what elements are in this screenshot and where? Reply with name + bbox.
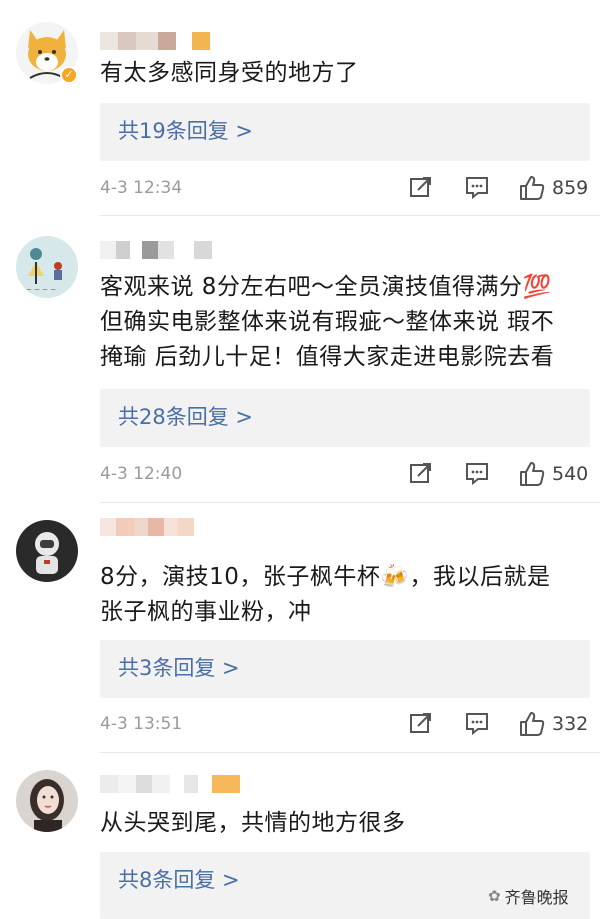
username-blurred[interactable] bbox=[100, 518, 194, 538]
like-count: 332 bbox=[552, 713, 589, 735]
comment-text: 从头哭到尾，共情的地方很多 bbox=[100, 810, 406, 836]
reply-box[interactable]: 共28条回复 > bbox=[100, 389, 590, 447]
username-blurred[interactable] bbox=[100, 241, 212, 261]
avatar[interactable]: ~ ~ ~ ~ bbox=[16, 236, 78, 298]
username-blurred[interactable] bbox=[100, 32, 210, 52]
comment-button[interactable] bbox=[464, 174, 490, 200]
comment-text-line: 客观来说 8分左右吧～全员演技值得满分💯 bbox=[100, 274, 552, 300]
share-icon bbox=[410, 177, 431, 197]
like-button[interactable] bbox=[518, 460, 546, 488]
divider bbox=[100, 215, 600, 216]
comment-date: 4-3 13:51 bbox=[100, 714, 183, 734]
astronaut-avatar-icon bbox=[16, 520, 78, 582]
comment-text-line: 但确实电影整体来说有瑕疵～整体来说 瑕不 bbox=[100, 309, 555, 335]
comment-date: 4-3 12:40 bbox=[100, 464, 183, 484]
comment-icon bbox=[466, 463, 488, 486]
like-count: 540 bbox=[552, 463, 589, 485]
comment-text: 8分，演技10，张子枫牛杯🍻，我以后就是 张子枫的事业粉，冲 bbox=[100, 560, 595, 630]
comment-button[interactable] bbox=[464, 460, 490, 486]
thumbs-up-icon bbox=[520, 176, 545, 200]
share-button[interactable] bbox=[408, 174, 434, 200]
view-replies-link[interactable]: 共19条回复 > bbox=[118, 115, 253, 147]
share-button[interactable] bbox=[408, 710, 434, 736]
comment-button[interactable] bbox=[464, 710, 490, 736]
comment-icon bbox=[466, 177, 488, 200]
like-button[interactable] bbox=[518, 710, 546, 738]
divider bbox=[100, 502, 600, 503]
comment-meta: 4-3 12:34 859 bbox=[100, 174, 590, 204]
comment-date: 4-3 12:34 bbox=[100, 178, 183, 198]
thumbs-up-icon bbox=[520, 712, 545, 736]
comment-icon bbox=[466, 713, 488, 736]
woman-portrait-avatar-icon bbox=[16, 770, 78, 832]
reply-box[interactable]: 共3条回复 > bbox=[100, 640, 590, 698]
comment-text-line: 8分，演技10，张子枫牛杯🍻，我以后就是 bbox=[100, 564, 551, 590]
wechat-icon: ✿ bbox=[488, 887, 501, 905]
like-count: 859 bbox=[552, 177, 589, 199]
avatar[interactable] bbox=[16, 770, 78, 832]
like-button[interactable] bbox=[518, 174, 546, 202]
thumbs-up-icon bbox=[520, 462, 545, 486]
comment-meta: 4-3 13:51 332 bbox=[100, 710, 590, 740]
view-replies-link[interactable]: 共8条回复 > bbox=[118, 864, 240, 896]
comment-meta: 4-3 12:40 540 bbox=[100, 460, 590, 490]
reply-box[interactable]: 共19条回复 > bbox=[100, 103, 590, 161]
comment-text-line: 掩瑜 后劲儿十足！值得大家走进电影院去看 bbox=[100, 344, 555, 370]
share-icon bbox=[410, 463, 431, 483]
divider bbox=[100, 752, 600, 753]
share-icon bbox=[410, 713, 431, 733]
view-replies-link[interactable]: 共3条回复 > bbox=[118, 652, 240, 684]
watermark-text: 齐鲁晚报 bbox=[504, 888, 569, 907]
share-button[interactable] bbox=[408, 460, 434, 486]
comment-text: 有太多感同身受的地方了 bbox=[100, 60, 359, 86]
svg-text:~ ~ ~ ~: ~ ~ ~ ~ bbox=[26, 286, 56, 294]
comment-text-line: 张子枫的事业粉，冲 bbox=[100, 599, 312, 625]
comment-text: 客观来说 8分左右吧～全员演技值得满分💯 但确实电影整体来说有瑕疵～整体来说 瑕… bbox=[100, 270, 595, 375]
drawing-avatar-icon: ~ ~ ~ ~ bbox=[16, 236, 78, 298]
watermark: ✿ 齐鲁晚报 bbox=[488, 884, 569, 908]
verified-badge-icon: ✓ bbox=[60, 66, 78, 84]
view-replies-link[interactable]: 共28条回复 > bbox=[118, 401, 253, 433]
username-blurred[interactable] bbox=[100, 775, 240, 795]
avatar[interactable] bbox=[16, 520, 78, 582]
